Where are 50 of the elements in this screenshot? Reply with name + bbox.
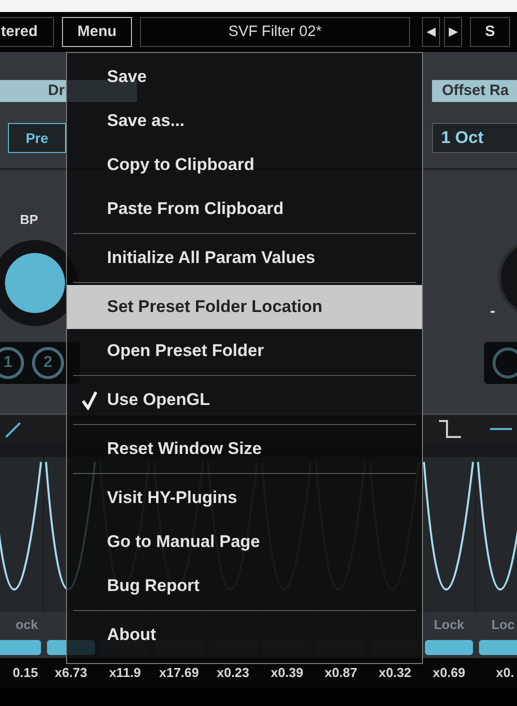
multiplier-value: x0. — [496, 664, 514, 682]
multiplier-value: x6.73 — [54, 664, 88, 682]
menu-item[interactable]: Save as... — [67, 99, 422, 143]
menu-item-label: Save as... — [107, 110, 185, 132]
preset-button[interactable]: tered — [0, 17, 54, 47]
lock-label[interactable]: Lock — [434, 615, 464, 635]
menu-item-label: Open Preset Folder — [107, 340, 264, 362]
lock-label[interactable]: ock — [16, 615, 38, 635]
save-button[interactable]: S — [470, 17, 510, 47]
minus-label: - — [490, 302, 496, 322]
multiplier-value: x0.23 — [216, 664, 250, 682]
parameter-label: Offset Ra — [432, 80, 517, 102]
menu-item-label: Reset Window Size — [107, 438, 262, 460]
menu-item[interactable]: Paste From Clipboard — [67, 187, 422, 231]
pulse-icon[interactable] — [437, 419, 463, 439]
flat-line-icon[interactable] — [490, 427, 512, 431]
menu-item[interactable]: Open Preset Folder — [67, 329, 422, 373]
filter-type-label: BP — [20, 211, 38, 229]
menu-item[interactable]: About — [67, 613, 422, 657]
next-arrow-button[interactable]: ▶ — [444, 17, 462, 47]
multiplier-value: x0.87 — [324, 664, 358, 682]
menu-item[interactable]: Copy to Clipboard — [67, 143, 422, 187]
menu-item[interactable]: Go to Manual Page — [67, 520, 422, 564]
menu-item-label: Set Preset Folder Location — [107, 296, 322, 318]
offset-value-field[interactable]: 1 Oct — [432, 123, 517, 153]
lock-label[interactable]: Loc — [491, 615, 515, 635]
prev-arrow-button[interactable]: ◀ — [422, 17, 440, 47]
multiplier-value: x17.69 — [159, 664, 199, 682]
menu-item[interactable]: Use OpenGL — [67, 378, 422, 422]
menu-item[interactable]: Set Preset Folder Location — [67, 285, 422, 329]
menu-item[interactable]: Visit HY-Plugins — [67, 476, 422, 520]
multiplier-value: x11.9 — [109, 664, 141, 682]
menu-item-label: Go to Manual Page — [107, 531, 260, 554]
preset-name-field[interactable]: SVF Filter 02* — [140, 17, 410, 47]
menu-item-label: Bug Report — [107, 575, 200, 598]
pre-button[interactable]: Pre — [8, 123, 66, 153]
multiplier-value: x0.39 — [270, 664, 304, 682]
multiplier-value: x0.32 — [378, 664, 412, 682]
menu-item-label: About — [107, 624, 156, 646]
menu-button[interactable]: Menu — [62, 17, 132, 47]
menu-item[interactable]: Reset Window Size — [67, 427, 422, 471]
multiplier-value: 0.15 — [12, 664, 38, 682]
menu-item-label: Use OpenGL — [107, 389, 210, 412]
menu-item-label: Copy to Clipboard — [107, 154, 254, 176]
menu-item-label: Initialize All Param Values — [107, 247, 316, 270]
menu-item[interactable]: Bug Report — [67, 564, 422, 608]
menu-item-label: Paste From Clipboard — [107, 198, 284, 220]
multiplier-value: x0.69 — [432, 664, 466, 682]
menu-item[interactable]: Initialize All Param Values — [67, 236, 422, 280]
menu-item-label: Visit HY-Plugins — [107, 487, 238, 510]
